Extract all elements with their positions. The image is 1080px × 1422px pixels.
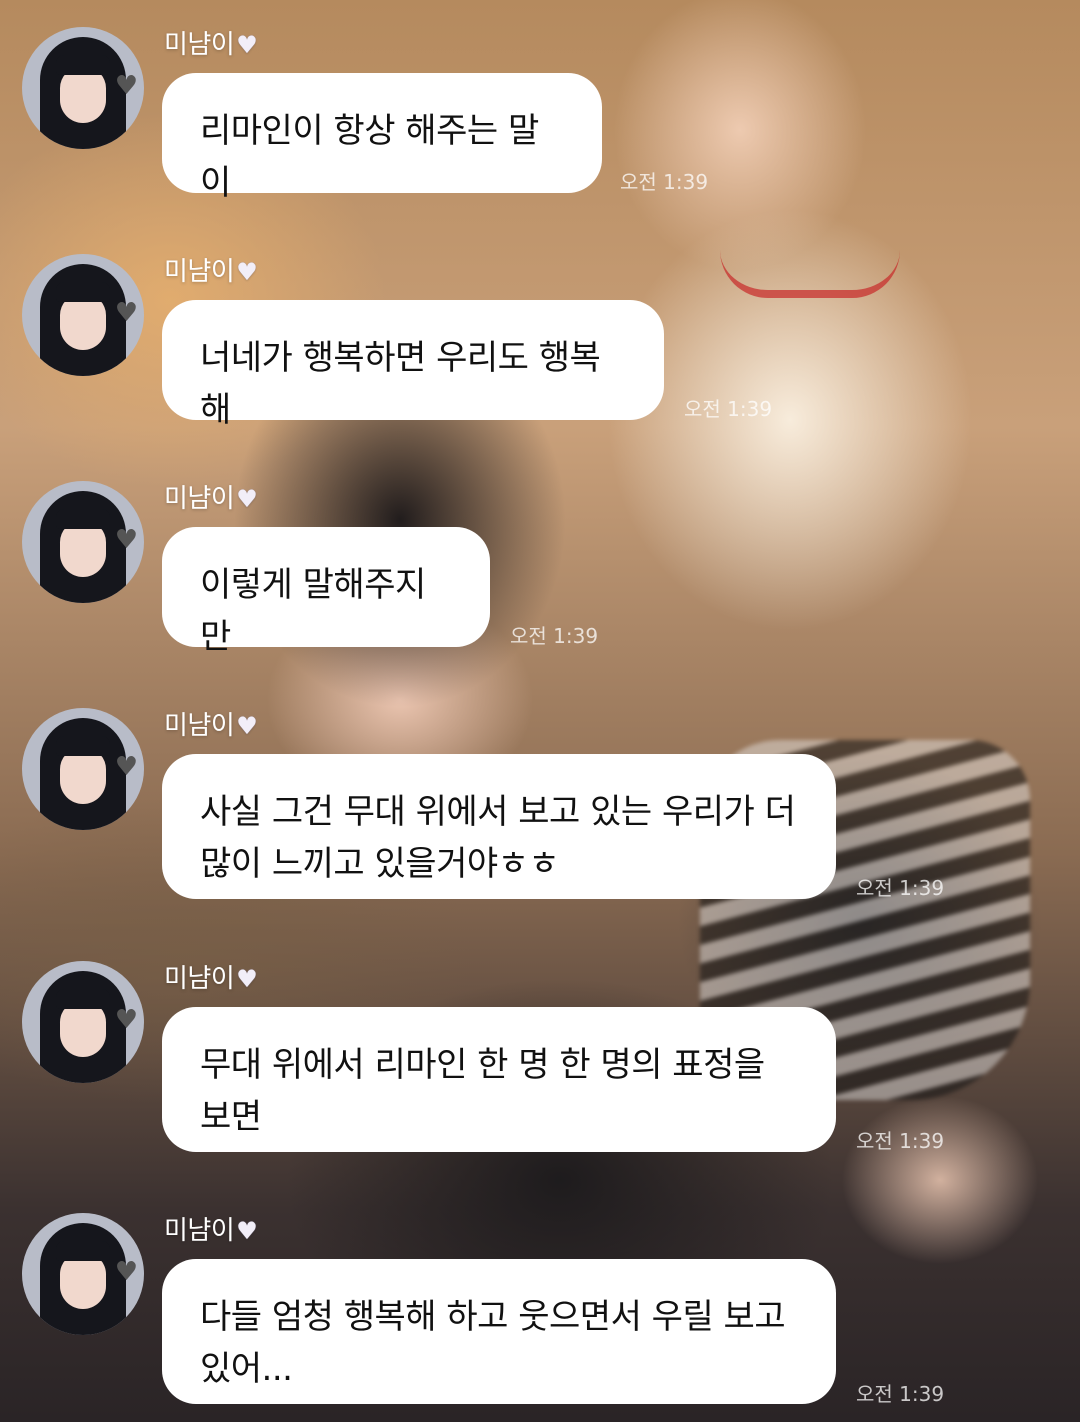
message-text: 이렇게 말해주지만 (200, 565, 426, 657)
message-bubble[interactable]: 너네가 행복하면 우리도 행복해 (162, 300, 664, 430)
message-time: 오전 1:39 (856, 876, 945, 900)
gray-heart-icon: ♥ (114, 1257, 138, 1287)
sender-name: 미냠이♥ (164, 257, 258, 287)
avatar[interactable]: ♥ (22, 1213, 144, 1335)
message-text: 무대 위에서 리마인 한 명 한 명의 표정을 보면 (200, 1045, 765, 1137)
message-bubble[interactable]: 리마인이 항상 해주는 말이 (162, 73, 602, 203)
white-heart-icon: ♥ (236, 712, 258, 740)
sender-name: 미냠이♥ (164, 30, 258, 60)
message-text: 너네가 행복하면 우리도 행복해 (200, 338, 601, 430)
message-text: 다들 엄청 행복해 하고 웃으면서 우릴 보고 있어... (200, 1297, 786, 1389)
message-bubble[interactable]: 다들 엄청 행복해 하고 웃으면서 우릴 보고 있어... (162, 1259, 836, 1404)
avatar[interactable]: ♥ (22, 481, 144, 603)
background-photo (0, 0, 1080, 1422)
avatar[interactable]: ♥ (22, 708, 144, 830)
message-time: 오전 1:39 (856, 1382, 945, 1406)
avatar[interactable]: ♥ (22, 254, 144, 376)
avatar[interactable]: ♥ (22, 961, 144, 1083)
white-heart-icon: ♥ (236, 965, 258, 993)
message-text: 사실 그건 무대 위에서 보고 있는 우리가 더 많이 느끼고 있을거야ㅎㅎ (200, 792, 796, 884)
gray-heart-icon: ♥ (114, 71, 138, 101)
message-text: 리마인이 항상 해주는 말이 (200, 111, 539, 203)
gray-heart-icon: ♥ (114, 1005, 138, 1035)
white-heart-icon: ♥ (236, 1217, 258, 1245)
message-time: 오전 1:39 (510, 624, 599, 648)
message-time: 오전 1:39 (856, 1129, 945, 1153)
sender-name: 미냠이♥ (164, 964, 258, 994)
message-bubble[interactable]: 사실 그건 무대 위에서 보고 있는 우리가 더 많이 느끼고 있을거야ㅎㅎ (162, 754, 836, 899)
message-time: 오전 1:39 (684, 397, 773, 421)
message-time: 오전 1:39 (620, 170, 709, 194)
sender-name: 미냠이♥ (164, 484, 258, 514)
background-shirt-trim (720, 250, 900, 298)
gray-heart-icon: ♥ (114, 298, 138, 328)
white-heart-icon: ♥ (236, 258, 258, 286)
sender-name: 미냠이♥ (164, 1216, 258, 1246)
avatar[interactable]: ♥ (22, 27, 144, 149)
sender-name: 미냠이♥ (164, 711, 258, 741)
message-bubble[interactable]: 이렇게 말해주지만 (162, 527, 490, 657)
white-heart-icon: ♥ (236, 31, 258, 59)
white-heart-icon: ♥ (236, 485, 258, 513)
gray-heart-icon: ♥ (114, 525, 138, 555)
gray-heart-icon: ♥ (114, 752, 138, 782)
message-bubble[interactable]: 무대 위에서 리마인 한 명 한 명의 표정을 보면 (162, 1007, 836, 1152)
